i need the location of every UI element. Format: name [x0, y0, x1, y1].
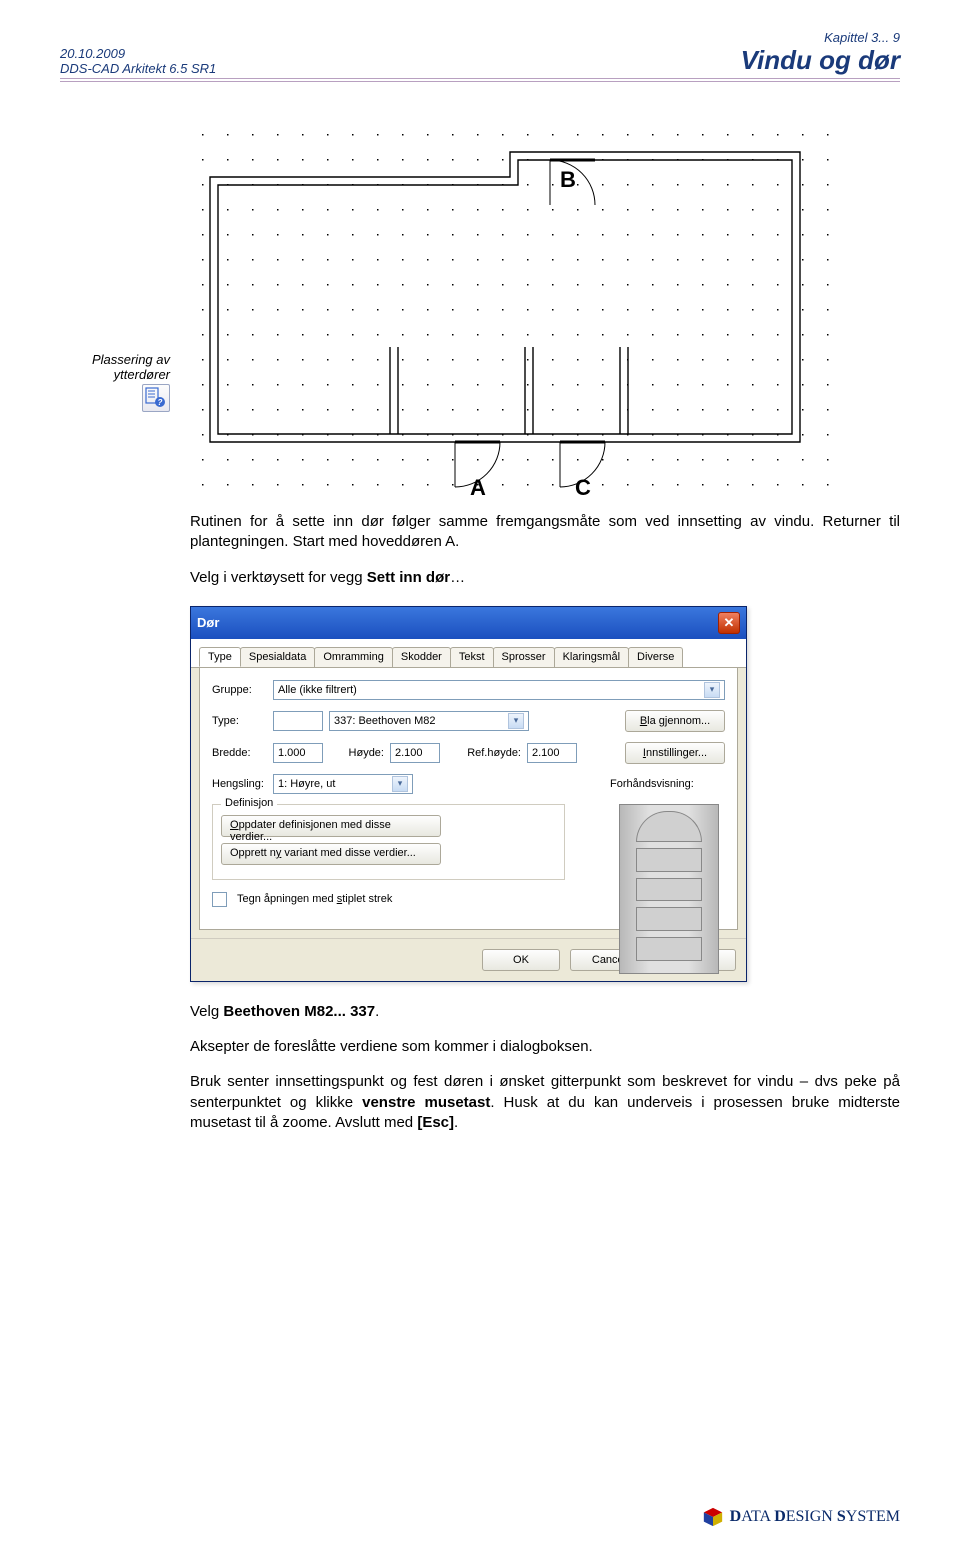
margin-note: Plassering av ytterdører — [60, 352, 170, 382]
bredde-input[interactable]: 1.000 — [273, 743, 323, 763]
stippled-checkbox[interactable] — [212, 892, 227, 907]
header-date: 20.10.2009 — [60, 46, 216, 61]
ok-button[interactable]: OK — [482, 949, 560, 971]
floorplan-figure: B A C — [190, 122, 900, 497]
type-code-input[interactable] — [273, 711, 323, 731]
door-dialog: Dør ✕ Type Spesialdata Omramming Skodder… — [190, 606, 747, 982]
label-bredde: Bredde: — [212, 747, 267, 759]
dialog-title: Dør — [197, 615, 219, 630]
dialog-titlebar[interactable]: Dør ✕ — [191, 607, 746, 639]
paragraph-3: Velg Beethoven M82... 337. — [190, 1002, 900, 1022]
tab-klaringsmal[interactable]: Klaringsmål — [554, 647, 629, 667]
create-variant-button[interactable]: Opprett ny variant med disse verdier... — [221, 843, 441, 865]
help-icon: ? — [142, 384, 170, 412]
refhoyde-input[interactable]: 2.100 — [527, 743, 577, 763]
label-preview: Forhåndsvisning: — [610, 778, 725, 790]
page-header: 20.10.2009 DDS-CAD Arkitekt 6.5 SR1 Kapi… — [60, 30, 900, 79]
label-stippled: Tegn åpningen med stiplet strek — [237, 893, 392, 905]
legend-definition: Definisjon — [221, 797, 277, 809]
paragraph-2: Velg i verktøysett for vegg Sett inn dør… — [190, 568, 900, 588]
paragraph-5: Bruk senter innsettingspunkt og fest dør… — [190, 1072, 900, 1133]
hoyde-input[interactable]: 2.100 — [390, 743, 440, 763]
page-footer-brand: DATA DESIGN SYSTEM — [702, 1506, 900, 1528]
chevron-down-icon: ▾ — [508, 713, 524, 729]
type-combo[interactable]: 337: Beethoven M82 ▾ — [329, 711, 529, 731]
door-preview — [609, 798, 729, 974]
browse-button[interactable]: Bla gjennom... — [625, 710, 725, 732]
label-hengsling: Hengsling: — [212, 778, 267, 790]
paragraph-1: Rutinen for å sette inn dør følger samme… — [190, 512, 900, 553]
floorplan-label-a: A — [470, 475, 486, 501]
settings-button[interactable]: Innstillinger... — [625, 742, 725, 764]
hengsling-combo[interactable]: 1: Høyre, ut ▾ — [273, 774, 413, 794]
chevron-down-icon: ▾ — [392, 776, 408, 792]
cube-icon — [702, 1506, 724, 1528]
floorplan-label-c: C — [575, 475, 591, 501]
tab-diverse[interactable]: Diverse — [628, 647, 683, 667]
tab-skodder[interactable]: Skodder — [392, 647, 451, 667]
paragraph-4: Aksepter de foreslåtte verdiene som komm… — [190, 1037, 900, 1057]
label-gruppe: Gruppe: — [212, 684, 267, 696]
header-product: DDS-CAD Arkitekt 6.5 SR1 — [60, 61, 216, 76]
tab-sprosser[interactable]: Sprosser — [493, 647, 555, 667]
tab-type[interactable]: Type — [199, 647, 241, 667]
label-refhoyde: Ref.høyde: — [456, 747, 521, 759]
tab-omramming[interactable]: Omramming — [314, 647, 393, 667]
floorplan-label-b: B — [560, 167, 576, 193]
chevron-down-icon: ▾ — [704, 682, 720, 698]
page-title: Vindu og dør — [741, 45, 900, 76]
definition-group: Definisjon Oppdater definisjonen med dis… — [212, 804, 565, 880]
label-type: Type: — [212, 715, 267, 727]
svg-text:?: ? — [158, 398, 163, 407]
tab-tekst[interactable]: Tekst — [450, 647, 494, 667]
update-def-button[interactable]: Oppdater definisjonen med disse verdier.… — [221, 815, 441, 837]
tab-strip: Type Spesialdata Omramming Skodder Tekst… — [191, 639, 746, 668]
tab-spesialdata[interactable]: Spesialdata — [240, 647, 316, 667]
header-chapter: Kapittel 3... 9 — [824, 30, 900, 45]
gruppe-combo[interactable]: Alle (ikke filtrert) ▾ — [273, 680, 725, 700]
label-hoyde: Høyde: — [339, 747, 384, 759]
close-button[interactable]: ✕ — [718, 612, 740, 634]
